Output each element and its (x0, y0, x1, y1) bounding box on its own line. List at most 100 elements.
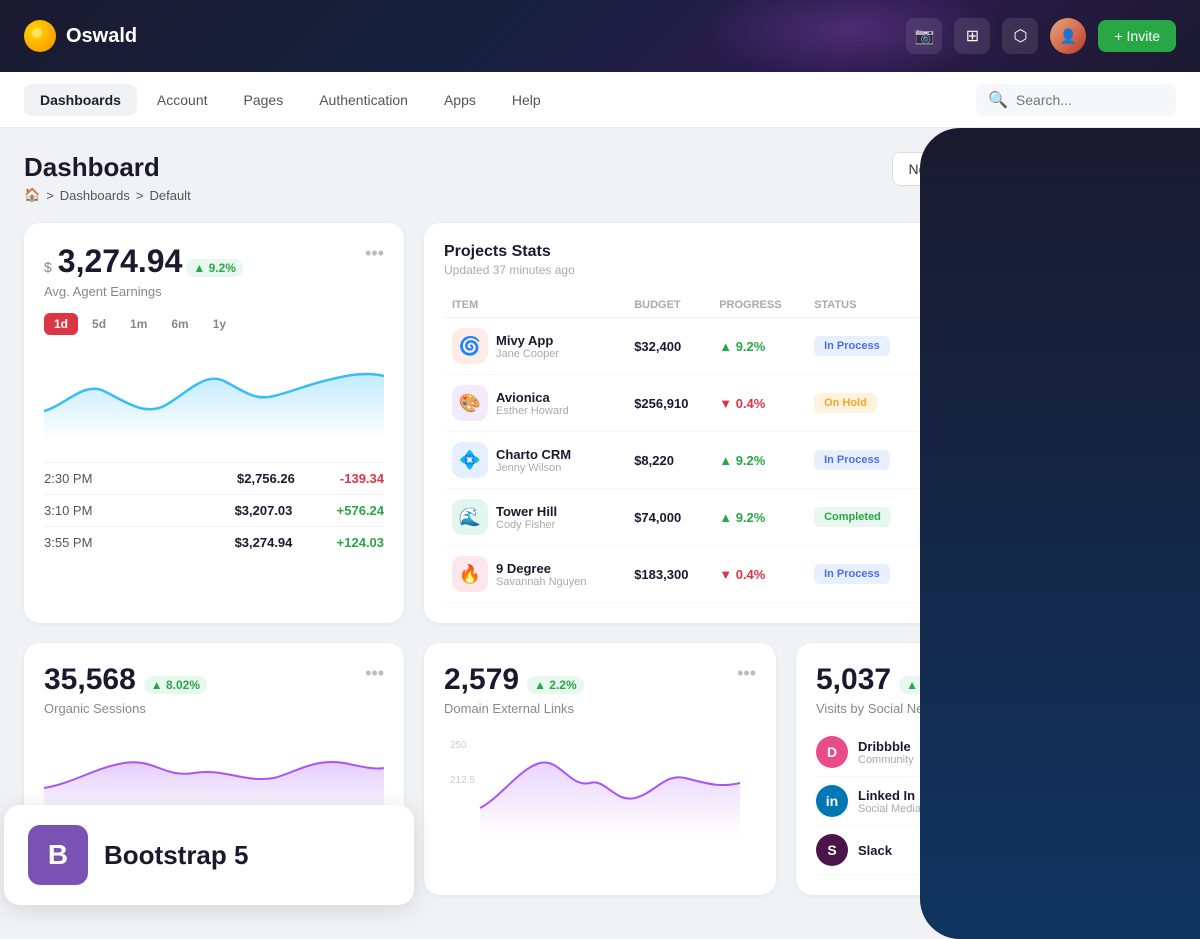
more-icon[interactable]: ••• (365, 243, 384, 264)
tab-1m[interactable]: 1m (120, 313, 157, 335)
logo-area: Oswald (24, 20, 906, 52)
nav-account[interactable]: Account (141, 84, 224, 116)
social-label: Visits by Social Networks (816, 701, 1076, 716)
secondary-nav: Dashboards Account Pages Authentication … (0, 72, 1200, 128)
table-row: 🌊 Tower Hill Cody Fisher $74,000 ▲ 9.2% … (444, 489, 1076, 546)
bootstrap-promo: B Bootstrap 5 (4, 805, 414, 905)
social-count: 794 (988, 842, 1011, 858)
cell-item: 💠 Charto CRM Jenny Wilson (444, 432, 626, 489)
change-2: +576.24 (337, 503, 384, 518)
sessions-value: 35,568 (44, 663, 136, 697)
social-item: S Slack 794 ▲ 0.2% (816, 826, 1076, 875)
bootstrap-icon: B (28, 825, 88, 885)
tab-1y[interactable]: 1y (203, 313, 236, 335)
new-project-button[interactable]: New Project (892, 152, 1001, 186)
sessions-amount-row: 35,568 ▲ 8.02% (44, 663, 207, 697)
cell-item: 🌀 Mivy App Jane Cooper (444, 318, 626, 375)
social-badge: ▲ 0.2% (1019, 841, 1076, 859)
reports-button[interactable]: Reports (1011, 153, 1096, 185)
history-button[interactable]: History (1013, 243, 1076, 269)
tab-5d[interactable]: 5d (82, 313, 116, 335)
social-items: D Dribbble Community 579 ▲ 2.6% in Linke… (816, 728, 1076, 875)
sessions-more-icon[interactable]: ••• (365, 663, 384, 684)
sessions-header: 35,568 ▲ 8.02% ••• (44, 663, 384, 697)
topbar-right: 📷 ⊞ ⬡ 👤 + Invite (906, 18, 1176, 54)
domain-badge: ▲ 2.2% (527, 676, 584, 694)
social-icon: S (816, 834, 848, 866)
cell-item: 🔥 9 Degree Savannah Nguyen (444, 546, 626, 603)
cell-view[interactable]: → (1023, 546, 1076, 603)
cell-item: 🌊 Tower Hill Cody Fisher (444, 489, 626, 546)
page-title: Dashboard (24, 152, 191, 183)
breadcrumb-default: Default (149, 188, 190, 203)
cell-budget: $183,300 (626, 546, 711, 603)
cell-progress: ▲ 9.2% (711, 489, 806, 546)
nav-pages[interactable]: Pages (228, 84, 300, 116)
table-row: 💠 Charto CRM Jenny Wilson $8,220 ▲ 9.2% … (444, 432, 1076, 489)
tab-1d[interactable]: 1d (44, 313, 78, 335)
avatar[interactable]: 👤 (1050, 18, 1086, 54)
share-icon[interactable]: ⬡ (1002, 18, 1038, 54)
social-name: Dribbble (858, 739, 988, 754)
cell-view[interactable]: → (1023, 318, 1076, 375)
col-chart: CHART (918, 293, 1022, 318)
cell-view[interactable]: → (1023, 432, 1076, 489)
time-1: 2:30 PM (44, 471, 192, 486)
nav-apps[interactable]: Apps (428, 84, 492, 116)
cell-view[interactable]: → (1023, 489, 1076, 546)
cell-budget: $8,220 (626, 432, 711, 489)
social-amount-row: 5,037 ▲ 2.2% (816, 663, 956, 697)
price-2: $3,207.03 (190, 503, 336, 518)
earnings-chart (44, 351, 384, 446)
social-icon: in (816, 785, 848, 817)
search-input[interactable] (1016, 92, 1164, 108)
view-button[interactable]: → (1031, 446, 1059, 474)
price-1: $2,756.26 (192, 471, 340, 486)
domain-more-icon[interactable]: ••• (737, 663, 756, 684)
social-item: in Linked In Social Media 1,088 ▼ 0.4% (816, 777, 1076, 826)
view-button[interactable]: → (1031, 560, 1059, 588)
col-progress: PROGRESS (711, 293, 806, 318)
nav-dashboards[interactable]: Dashboards (24, 84, 137, 116)
grid-icon[interactable]: ⊞ (954, 18, 990, 54)
domain-links-card: 2,579 ▲ 2.2% ••• Domain External Links 2… (424, 643, 776, 895)
earnings-table: 2:30 PM $2,756.26 -139.34 3:10 PM $3,207… (44, 462, 384, 558)
social-sub: Social Media (858, 803, 976, 815)
invite-button[interactable]: + Invite (1098, 20, 1176, 52)
camera-icon[interactable]: 📷 (906, 18, 942, 54)
cell-chart (918, 375, 1022, 432)
social-more-icon[interactable]: ••• (1057, 663, 1076, 684)
cell-view[interactable]: → (1023, 375, 1076, 432)
cell-chart (918, 489, 1022, 546)
cell-status: Completed (806, 489, 918, 546)
col-item: ITEM (444, 293, 626, 318)
col-budget: BUDGET (626, 293, 711, 318)
nav-authentication[interactable]: Authentication (303, 84, 424, 116)
projects-table: ITEM BUDGET PROGRESS STATUS CHART VIEW 🌀… (444, 293, 1076, 603)
price-3: $3,274.94 (190, 535, 336, 550)
cell-progress: ▼ 0.4% (711, 546, 806, 603)
svg-text:250: 250 (450, 740, 467, 751)
tab-6m[interactable]: 6m (161, 313, 198, 335)
earnings-label: Avg. Agent Earnings (44, 284, 243, 299)
view-button[interactable]: → (1031, 389, 1059, 417)
social-count: 579 (988, 744, 1011, 760)
time-2: 3:10 PM (44, 503, 190, 518)
logo-icon (24, 20, 56, 52)
cell-item: 🎨 Avionica Esther Howard (444, 375, 626, 432)
domain-value: 2,579 (444, 663, 519, 697)
view-button[interactable]: → (1031, 503, 1059, 531)
topbar: Oswald 📷 ⊞ ⬡ 👤 + Invite (0, 0, 1200, 72)
col-status: STATUS (806, 293, 918, 318)
social-value: 5,037 (816, 663, 891, 697)
cell-status: In Process (806, 432, 918, 489)
projects-title: Projects Stats (444, 243, 575, 261)
projects-title-section: Projects Stats Updated 37 minutes ago (444, 243, 575, 277)
projects-updated: Updated 37 minutes ago (444, 263, 575, 277)
nav-help[interactable]: Help (496, 84, 557, 116)
search-icon: 🔍 (988, 90, 1008, 110)
domain-chart: 250 212.5 (444, 728, 756, 848)
view-button[interactable]: → (1031, 332, 1059, 360)
cell-chart (918, 432, 1022, 489)
main-content: Dashboard 🏠 > Dashboards > Default New P… (0, 128, 1120, 939)
